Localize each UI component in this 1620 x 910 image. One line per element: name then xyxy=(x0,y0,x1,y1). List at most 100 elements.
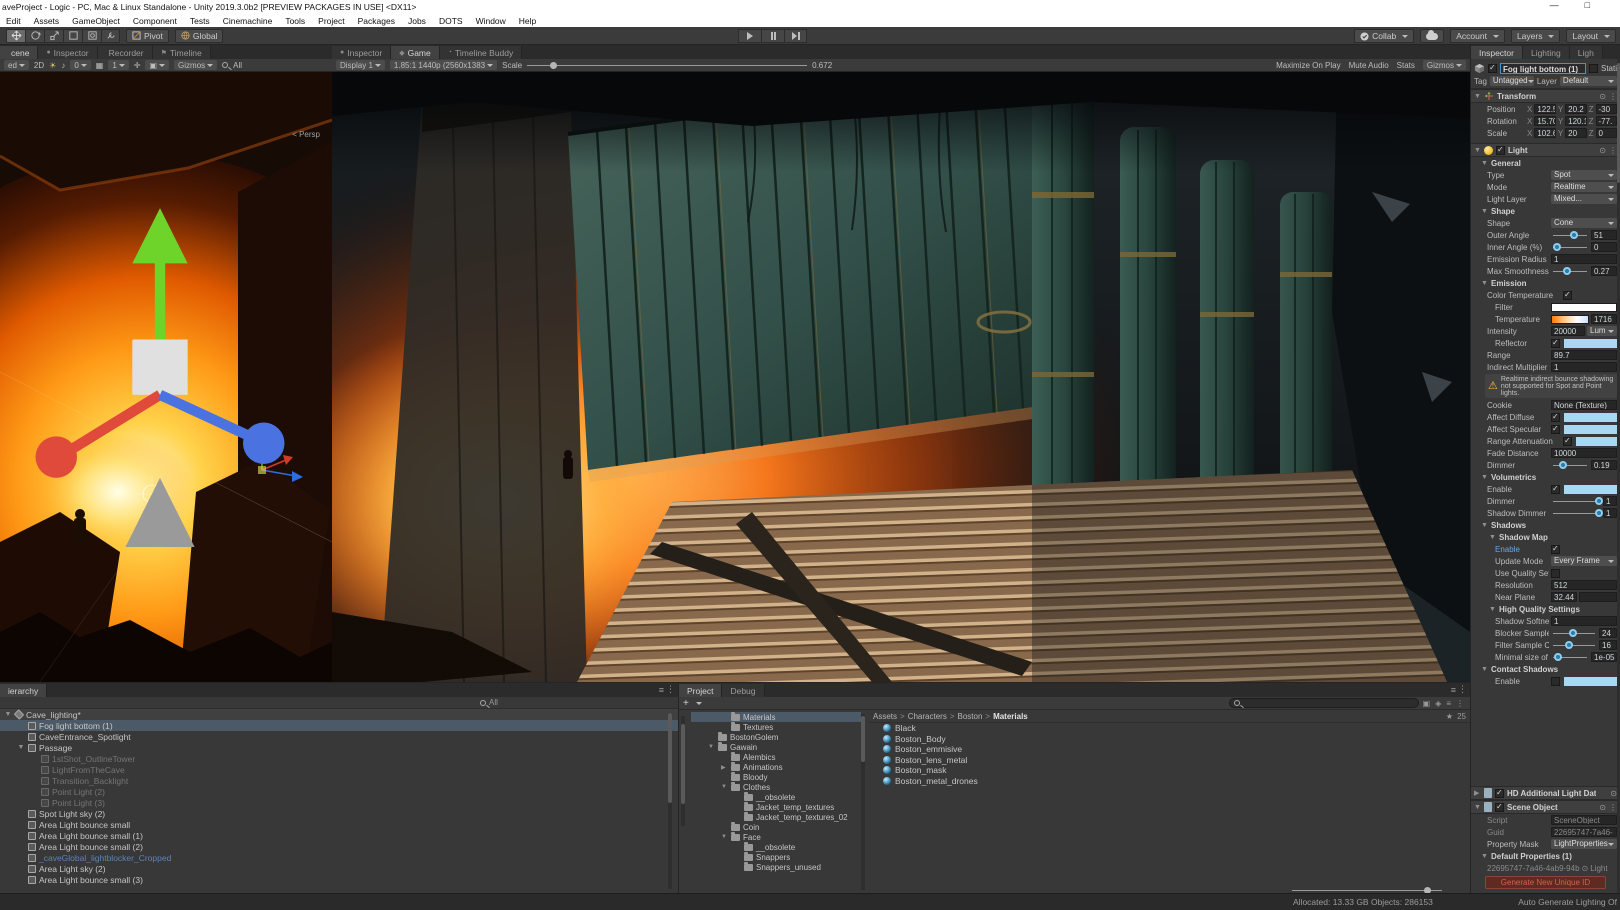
menu-item[interactable]: Window xyxy=(476,16,506,26)
menu-item[interactable]: Cinemachine xyxy=(223,16,273,26)
asset-item[interactable]: Boston_lens_metal xyxy=(869,755,1470,766)
max-smoothness-field[interactable]: 0.27 xyxy=(1591,266,1617,276)
search-by-type-icon[interactable]: ▣ xyxy=(1423,699,1431,708)
asset-item[interactable]: Boston_emmisive xyxy=(869,744,1470,755)
breadcrumb-item[interactable]: Characters > xyxy=(908,712,955,721)
intensity-field[interactable]: 20000 xyxy=(1551,326,1585,336)
collab-button[interactable]: Collab xyxy=(1354,29,1414,43)
component-enabled-checkbox[interactable] xyxy=(1495,803,1504,812)
project-tab[interactable]: Project xyxy=(679,684,722,697)
intensity-unit-dropdown[interactable]: Lum xyxy=(1587,326,1617,336)
scene-viewport[interactable]: < Persp xyxy=(0,72,332,682)
contact-shadows-enable-checkbox[interactable] xyxy=(1551,677,1560,686)
view-tab[interactable]: ● Inspector xyxy=(38,46,97,59)
view-tab[interactable]: cene xyxy=(0,46,38,59)
script-object-field[interactable]: SceneObject xyxy=(1551,815,1617,825)
shadows-section[interactable]: ▼Shadows xyxy=(1471,519,1620,531)
rect-tool-button[interactable] xyxy=(63,29,82,43)
scale-tool-button[interactable] xyxy=(44,29,63,43)
volumetrics-enable-checkbox[interactable] xyxy=(1551,485,1560,494)
hierarchy-item[interactable]: ▼ Cave_lighting* xyxy=(0,709,678,720)
lock-icon[interactable]: ≡ xyxy=(1451,685,1456,695)
hierarchy-item[interactable]: Fog light bottom (1) xyxy=(0,720,678,731)
emission-section[interactable]: ▼Emission xyxy=(1471,277,1620,289)
view-tab[interactable]: Recorder xyxy=(98,46,153,59)
view-tab[interactable]: ◔ Timeline Buddy xyxy=(440,46,523,59)
range-attenuation-checkbox[interactable] xyxy=(1563,437,1572,446)
folder-item[interactable]: __obsolete xyxy=(691,792,861,802)
minimal-size-slider[interactable] xyxy=(1553,657,1587,658)
effects-dropdown[interactable]: 0 xyxy=(70,60,90,70)
indirect-multiplier-field[interactable]: 1 xyxy=(1551,362,1617,372)
breadcrumb-item[interactable]: Assets > xyxy=(873,712,905,721)
filter-sample-slider[interactable] xyxy=(1553,645,1595,646)
shadow-map-enable-checkbox[interactable] xyxy=(1551,545,1560,554)
shadow-dimmer-field[interactable]: 1 xyxy=(1603,508,1617,518)
affect-diffuse-checkbox[interactable] xyxy=(1551,413,1560,422)
folder-item[interactable]: Snappers_unused xyxy=(691,862,861,872)
blocker-sample-field[interactable]: 24 xyxy=(1599,628,1617,638)
inner-angle-slider[interactable] xyxy=(1553,247,1587,248)
component-menu-icon[interactable]: ⋮ xyxy=(1609,803,1617,812)
folder-item[interactable]: Jacket_temp_textures xyxy=(691,802,861,812)
inspector-tab[interactable]: Ligh xyxy=(1570,46,1603,59)
x-field[interactable]: 102.6 xyxy=(1534,128,1555,138)
object-name-field[interactable]: Fog light bottom (1) xyxy=(1500,63,1586,74)
menu-item[interactable]: Component xyxy=(133,16,177,26)
hierarchy-item[interactable]: CaveEntrance_Spotlight xyxy=(0,731,678,742)
folder-item[interactable]: ▼ Gawain xyxy=(691,742,861,752)
axis-gizmo[interactable] xyxy=(0,76,326,682)
project-search-input[interactable] xyxy=(1229,698,1419,708)
component-enabled-checkbox[interactable] xyxy=(1495,789,1504,798)
global-toggle[interactable]: Global xyxy=(175,29,224,43)
shape-section[interactable]: ▼Shape xyxy=(1471,205,1620,217)
outer-angle-slider[interactable] xyxy=(1553,235,1587,236)
y-field[interactable]: 20.2 xyxy=(1565,104,1586,114)
y-field[interactable]: 20 xyxy=(1565,128,1586,138)
near-plane-field[interactable]: 32.44 xyxy=(1551,592,1577,602)
view-tab[interactable]: ● Inspector xyxy=(332,46,391,59)
menu-item[interactable]: GameObject xyxy=(72,16,120,26)
camera-dropdown[interactable]: ▣ xyxy=(145,60,169,70)
generate-new-unique-id-button[interactable]: Generate New Unique ID xyxy=(1485,876,1606,889)
asset-item[interactable]: Boston_mask xyxy=(869,765,1470,776)
help-icon[interactable]: ⊙ xyxy=(1599,146,1606,155)
tab-menu-icon[interactable]: ⋮ xyxy=(666,684,675,695)
z-field[interactable]: 0 xyxy=(1596,128,1617,138)
hierarchy-item[interactable]: 1stShot_OutlineTower xyxy=(0,753,678,764)
dimmer-slider[interactable] xyxy=(1553,465,1587,466)
folder-item[interactable]: BostonGolem xyxy=(691,732,861,742)
inspector-tab[interactable]: Inspector xyxy=(1471,46,1523,59)
z-field[interactable]: -30 xyxy=(1596,104,1617,114)
tab-menu-icon[interactable]: ⋮ xyxy=(1458,684,1467,695)
inner-angle-field[interactable]: 0 xyxy=(1591,242,1617,252)
menu-item[interactable]: DOTS xyxy=(439,16,463,26)
create-asset-button[interactable]: + xyxy=(683,698,689,709)
lock-icon[interactable]: ≡ xyxy=(1446,699,1451,708)
transform-component-header[interactable]: ▼ Transform ⊙⋮ xyxy=(1471,89,1620,103)
scale-slider[interactable] xyxy=(527,65,807,66)
component-menu-icon[interactable]: ⋮ xyxy=(1609,146,1617,155)
menu-item[interactable]: Assets xyxy=(34,16,60,26)
menu-icon[interactable]: ⋮ xyxy=(1456,699,1464,708)
menu-item[interactable]: Tools xyxy=(285,16,305,26)
move-tool-button[interactable] xyxy=(6,29,25,43)
lock-icon[interactable]: ≡ xyxy=(659,685,664,695)
light-component-header[interactable]: ▼ Light ⊙⋮ xyxy=(1471,143,1620,157)
temperature-field[interactable]: 1716 xyxy=(1591,314,1617,324)
static-checkbox[interactable] xyxy=(1589,64,1598,73)
hierarchy-item[interactable]: Point Light (2) xyxy=(0,786,678,797)
property-mask-dropdown[interactable]: LightProperties xyxy=(1551,839,1617,849)
menu-item[interactable]: Packages xyxy=(358,16,395,26)
emission-radius-field[interactable]: 1 xyxy=(1551,254,1617,264)
folder-item[interactable]: ▶ Animations xyxy=(691,762,861,772)
z-field[interactable]: -77. xyxy=(1596,116,1617,126)
asset-item[interactable]: Black xyxy=(869,723,1470,734)
hierarchy-item[interactable]: Point Light (3) xyxy=(0,797,678,808)
hierarchy-search-bar[interactable]: All xyxy=(0,697,678,709)
blocker-sample-slider[interactable] xyxy=(1553,633,1595,634)
default-properties-foldout[interactable]: ▼Default Properties (1) xyxy=(1471,850,1620,862)
menu-item[interactable]: Help xyxy=(519,16,536,26)
audio-toggle-icon[interactable]: ♪ xyxy=(61,61,65,70)
mute-audio-toggle[interactable]: Mute Audio xyxy=(1349,61,1389,70)
